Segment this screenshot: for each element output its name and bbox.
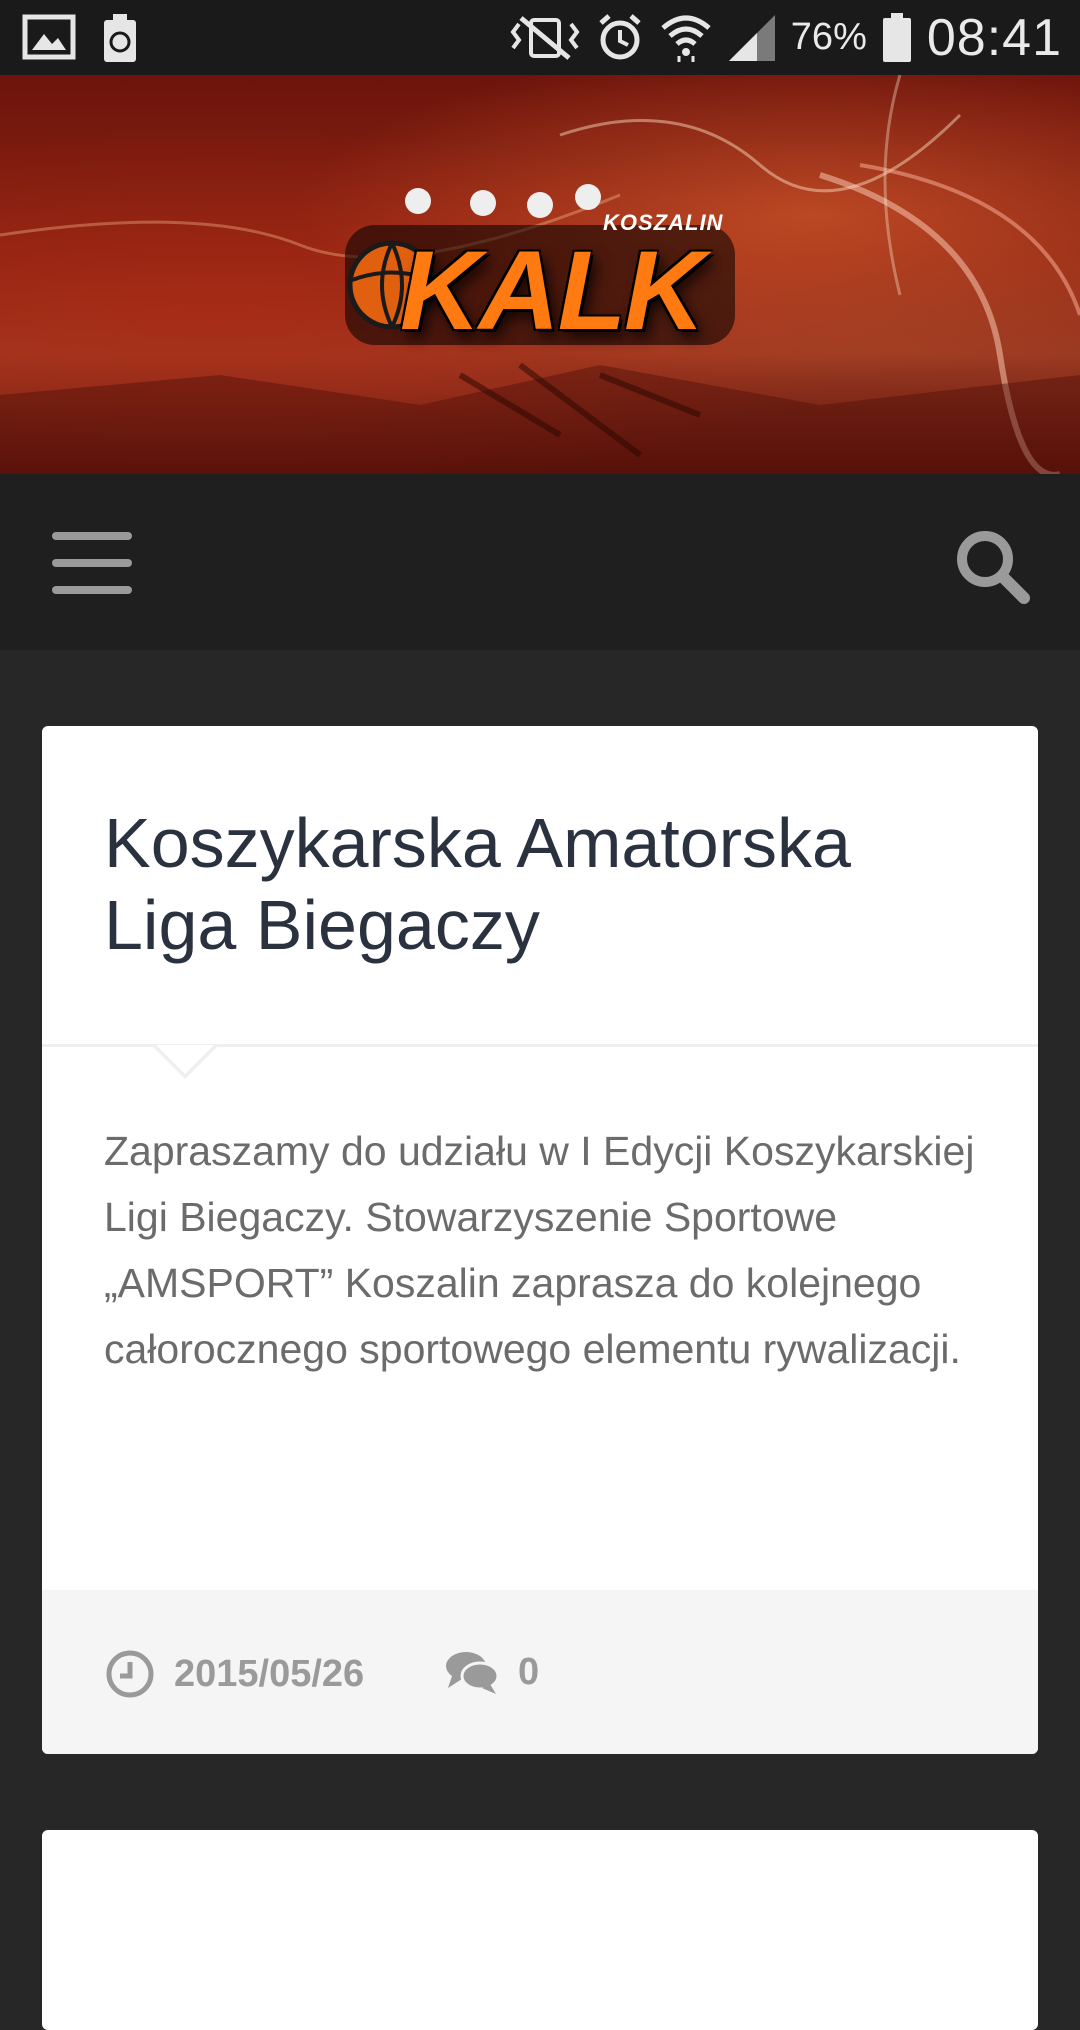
clock: 08:41 — [926, 8, 1062, 67]
navigation-bar — [0, 474, 1080, 650]
alarm-icon — [599, 13, 641, 59]
search-icon[interactable] — [952, 526, 1032, 606]
post-excerpt: Zapraszamy do udziału w I Edycji Koszyka… — [104, 1128, 975, 1372]
hamburger-menu-icon[interactable] — [52, 532, 132, 594]
clock-icon — [106, 1650, 154, 1698]
next-post-card — [42, 1830, 1038, 2030]
comments-link[interactable]: 0 — [444, 1648, 539, 1696]
battery-icon — [882, 12, 911, 62]
post-title[interactable]: Koszykarska Amatorska Liga Biegaczy — [104, 802, 984, 966]
logo-kalk-text: KALK — [400, 228, 705, 353]
comments-count: 0 — [518, 1650, 540, 1693]
signal-icon — [728, 14, 775, 61]
header-banner[interactable]: KOSZALIN KALK — [0, 75, 1080, 474]
comments-icon — [446, 1652, 500, 1694]
post-date-text: 2015/05/26 — [174, 1652, 365, 1695]
status-bar: 76% 08:41 — [0, 0, 1080, 75]
vibrate-off-icon — [510, 15, 580, 60]
post-meta-footer: 2015/05/26 0 — [42, 1590, 1038, 1754]
wifi-icon — [661, 15, 711, 62]
recycle-icon — [104, 14, 136, 62]
image-icon — [22, 14, 76, 60]
post-date: 2015/05/26 — [104, 1648, 364, 1700]
battery-percent: 76% — [790, 16, 867, 58]
post-card: Koszykarska Amatorska Liga Biegaczy Zapr… — [42, 726, 1038, 1754]
